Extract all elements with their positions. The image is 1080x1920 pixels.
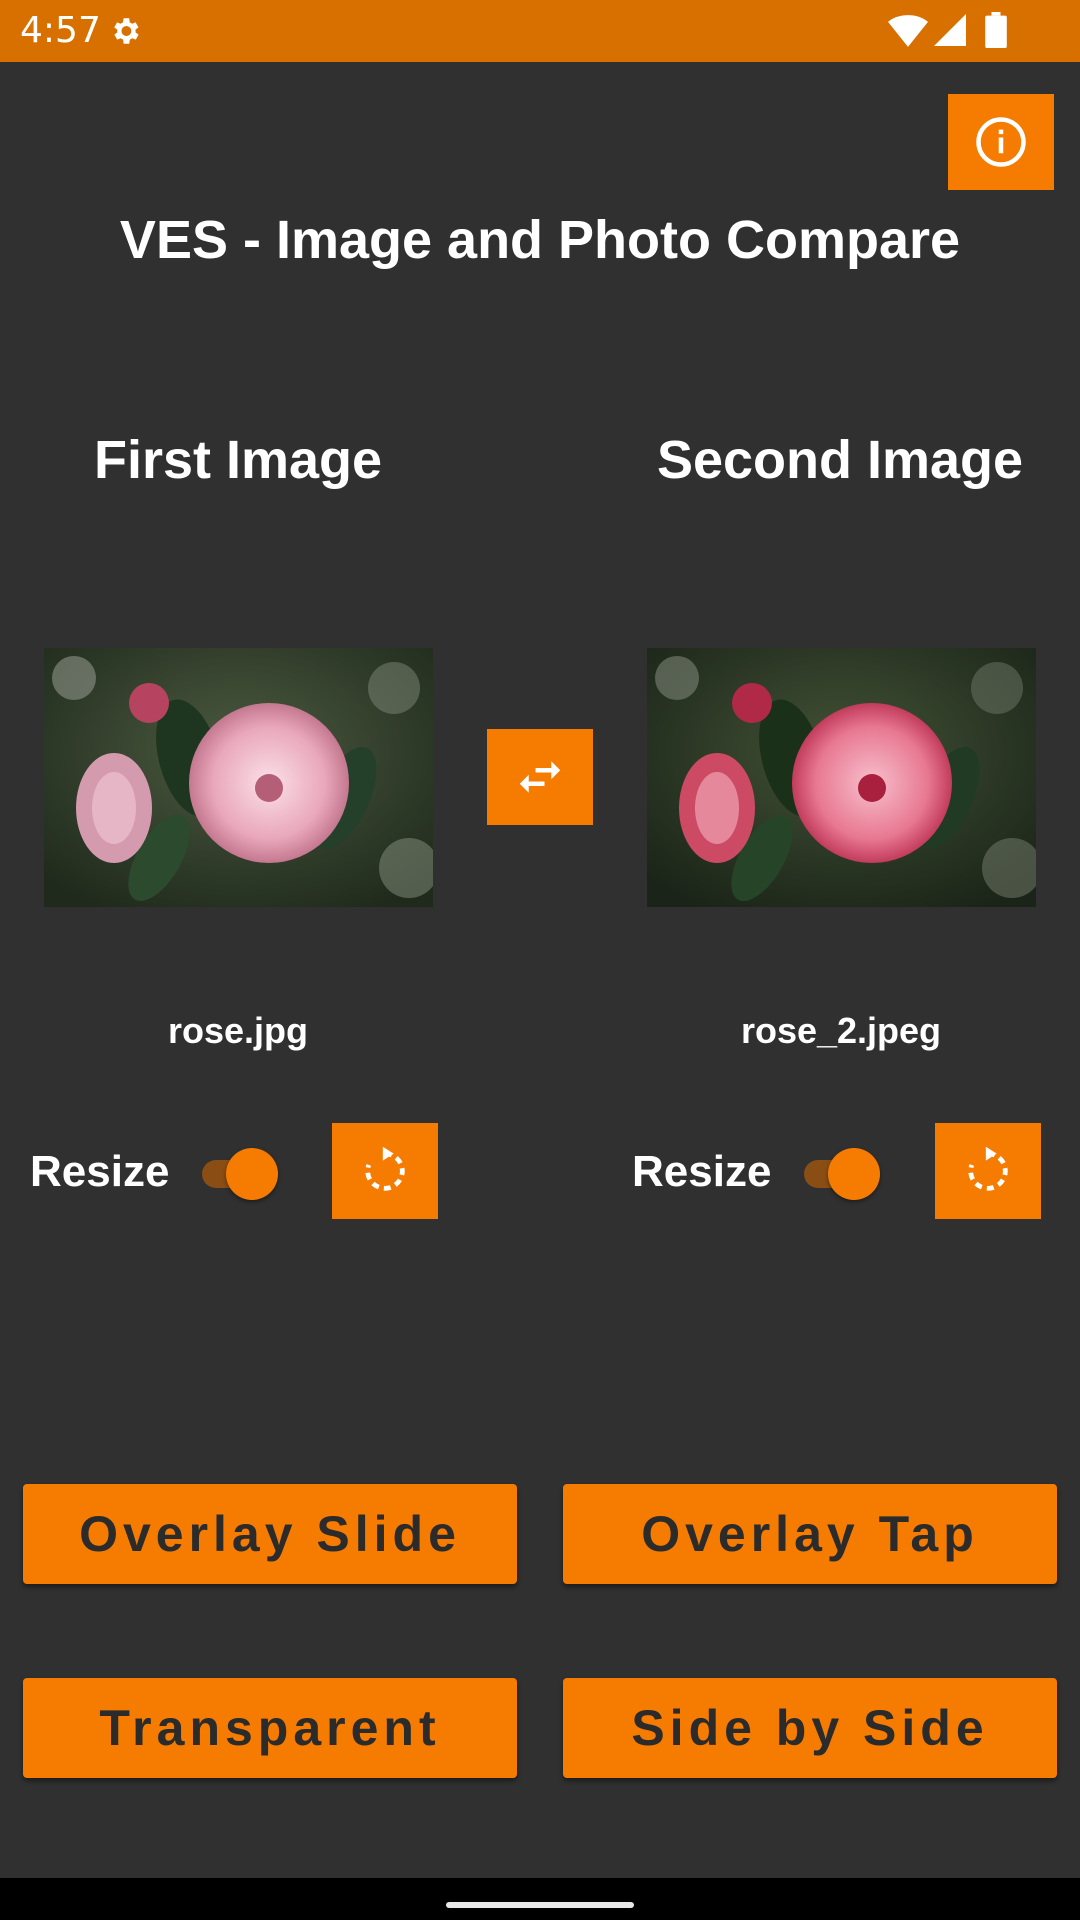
second-resize-label: Resize: [632, 1147, 772, 1196]
battery-icon: [985, 12, 1007, 48]
info-icon: [976, 117, 1026, 167]
swap-icon: [519, 761, 561, 793]
first-image-thumbnail[interactable]: [44, 648, 433, 907]
app-title: VES - Image and Photo Compare: [119, 210, 961, 270]
overlay-tap-button[interactable]: Overlay Tap: [563, 1484, 1057, 1584]
transparent-button[interactable]: Transparent: [23, 1678, 517, 1778]
side-by-side-button[interactable]: Side by Side: [563, 1678, 1057, 1778]
home-gesture-handle[interactable]: [446, 1902, 634, 1908]
signal-icon: [934, 14, 966, 46]
second-resize-toggle[interactable]: [798, 1148, 884, 1200]
second-image-thumbnail[interactable]: [647, 648, 1036, 907]
first-resize-toggle[interactable]: [196, 1148, 282, 1200]
status-bar: 4:57: [0, 0, 1080, 62]
first-rotate-button[interactable]: [332, 1123, 438, 1219]
first-image-title: First Image: [93, 430, 383, 490]
info-button[interactable]: [948, 94, 1054, 190]
toggle-thumb: [226, 1148, 278, 1200]
status-time: 4:57: [20, 10, 101, 51]
navigation-bar: [0, 1878, 1080, 1920]
second-image-filename: rose_2.jpeg: [740, 1010, 942, 1051]
swap-images-button[interactable]: [487, 729, 593, 825]
toggle-thumb: [828, 1148, 880, 1200]
rotate-icon: [968, 1146, 1008, 1191]
overlay-slide-button[interactable]: Overlay Slide: [23, 1484, 517, 1584]
second-image-title: Second Image: [656, 430, 1024, 490]
wifi-icon: [888, 15, 928, 47]
gear-icon: [114, 18, 139, 44]
first-resize-label: Resize: [30, 1147, 170, 1196]
second-rotate-button[interactable]: [935, 1123, 1041, 1219]
first-image-filename: rose.jpg: [167, 1010, 309, 1051]
rotate-icon: [365, 1146, 405, 1191]
